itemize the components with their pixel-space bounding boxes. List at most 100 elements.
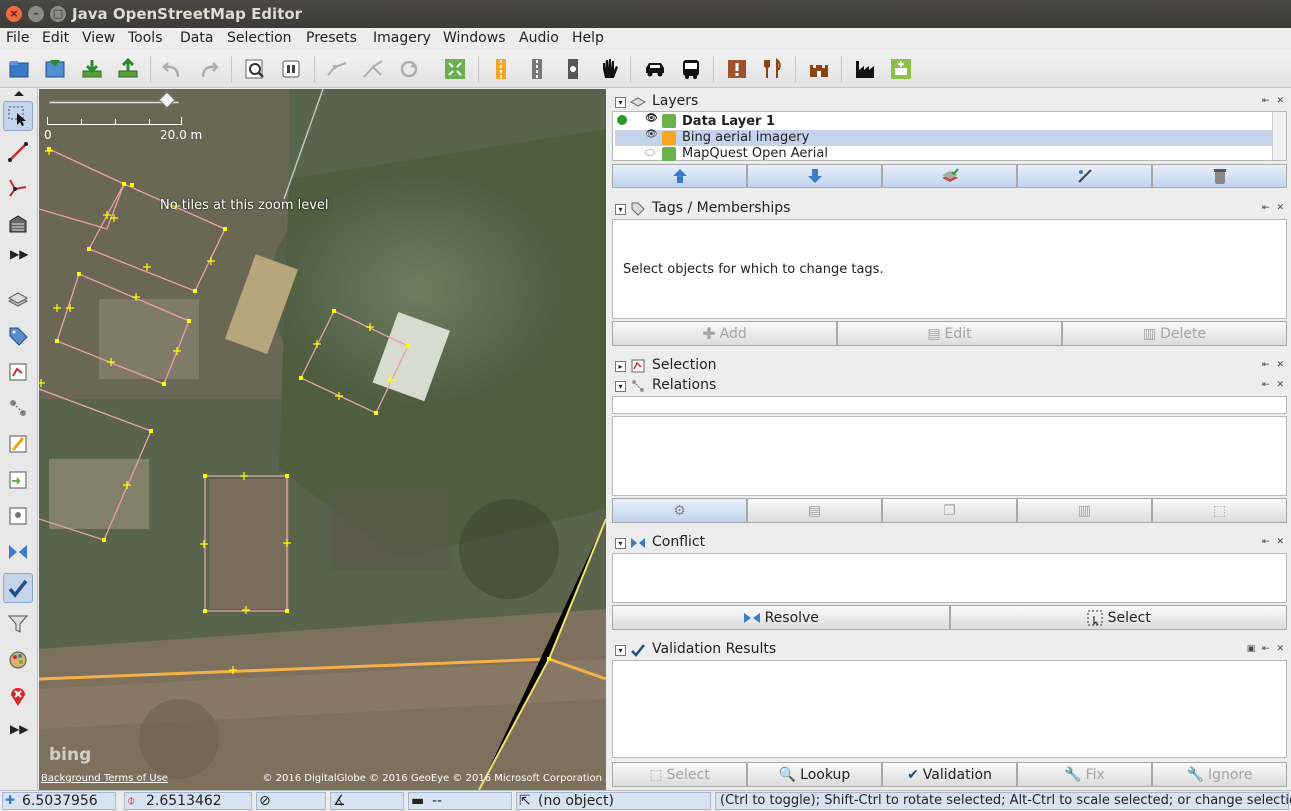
layer-row-bing[interactable]: 👁 Bing aerial imagery	[615, 129, 1273, 146]
delete-layer-button[interactable]	[1152, 164, 1287, 188]
lookup-button[interactable]: 🔍 Lookup	[747, 762, 882, 787]
visibility-icon[interactable]: 👁	[645, 113, 658, 124]
relations-toggle-icon[interactable]	[3, 393, 33, 423]
panel-controls-icon[interactable]: ⇤ ✕	[1262, 380, 1286, 390]
upload-icon[interactable]	[112, 53, 144, 85]
author-toggle-icon[interactable]	[3, 501, 33, 531]
preset-road-icon[interactable]	[485, 53, 517, 85]
save-icon[interactable]	[39, 53, 71, 85]
collapse-icon[interactable]: ▾	[615, 381, 626, 392]
expand-icon[interactable]: ▸	[615, 361, 626, 372]
edit-tag-button[interactable]: ▤ Edit	[837, 321, 1062, 346]
preset-hand-icon[interactable]	[593, 53, 625, 85]
preset-car-icon[interactable]	[639, 53, 671, 85]
preset-barrier-icon[interactable]	[557, 53, 589, 85]
collapse-icon[interactable]: ▾	[615, 204, 626, 215]
validation-select-button[interactable]: ⬚ Select	[612, 762, 747, 787]
edit-toggle-icon[interactable]	[3, 429, 33, 459]
duplicate-relation-button[interactable]: ❐	[882, 498, 1017, 523]
map-view[interactable]: 0 20.0 m No tiles at this zoom level bin…	[39, 89, 606, 790]
panel-controls-icon[interactable]: ▣ ⇤ ✕	[1247, 644, 1286, 654]
preset-bus-icon[interactable]	[675, 53, 707, 85]
panel-controls-icon[interactable]: ⇤ ✕	[1262, 537, 1286, 547]
combine-way-icon[interactable]	[357, 53, 389, 85]
menu-selection[interactable]: Selection	[227, 30, 292, 46]
panel-controls-icon[interactable]: ⇤ ✕	[1262, 360, 1286, 370]
ignore-button[interactable]: 🔧 Ignore	[1152, 762, 1287, 787]
collapse-icon[interactable]: ▾	[615, 538, 626, 549]
selection-panel-header[interactable]: ▸ Selection ⇤ ✕	[610, 355, 1290, 375]
new-relation-button[interactable]: ⚙	[612, 498, 747, 523]
tags-panel-header[interactable]: ▾ Tags / Memberships ⇤ ✕	[610, 198, 1290, 218]
history-toggle-icon[interactable]	[3, 465, 33, 495]
layers-panel-header[interactable]: ▾ Layers ⇤ ✕	[610, 91, 1290, 111]
download-icon[interactable]	[76, 53, 108, 85]
preferences-icon[interactable]	[275, 53, 307, 85]
resolve-button[interactable]: Resolve	[612, 605, 950, 630]
move-up-button[interactable]	[612, 164, 747, 188]
select-relation-button[interactable]: ⬚	[1152, 498, 1287, 523]
menu-imagery[interactable]: Imagery	[373, 30, 431, 46]
preset-food-icon[interactable]	[757, 53, 789, 85]
menu-help[interactable]: Help	[572, 30, 604, 46]
search-icon[interactable]	[239, 53, 271, 85]
menu-view[interactable]: View	[82, 30, 115, 46]
adjust-opacity-button[interactable]	[1017, 164, 1152, 188]
relations-panel-header[interactable]: ▾ Relations ⇤ ✕	[610, 375, 1290, 395]
close-window-button[interactable]: ×	[6, 6, 22, 22]
add-tag-button[interactable]: ✚ Add	[612, 321, 837, 346]
layer-row-mapquest[interactable]: MapQuest Open Aerial	[615, 146, 1273, 162]
undo-icon[interactable]	[156, 53, 188, 85]
terms-of-use-link[interactable]: Background Terms of Use	[41, 773, 168, 784]
hidden-visibility-icon[interactable]	[645, 149, 655, 156]
menu-audio[interactable]: Audio	[519, 30, 559, 46]
panel-controls-icon[interactable]: ⇤ ✕	[1262, 96, 1286, 106]
redo-icon[interactable]	[193, 53, 225, 85]
preset-highway-icon[interactable]	[521, 53, 553, 85]
relations-filter-input[interactable]	[612, 396, 1287, 414]
visibility-icon[interactable]: 👁	[645, 129, 658, 140]
scroll-up-icon[interactable]	[14, 91, 24, 96]
selection-toggle-icon[interactable]	[3, 357, 33, 387]
conflict-toggle-icon[interactable]	[3, 537, 33, 567]
preset-industrial-icon[interactable]	[849, 53, 881, 85]
collapse-icon[interactable]: ▾	[615, 97, 626, 108]
select-mode-icon[interactable]	[3, 101, 33, 131]
preset-emergency-icon[interactable]	[721, 53, 753, 85]
layers-toggle-icon[interactable]	[3, 285, 33, 315]
map-paint-toggle-icon[interactable]	[3, 645, 33, 675]
more-panels-icon[interactable]: ▶▶	[10, 722, 28, 736]
maximize-window-button[interactable]: □	[50, 6, 66, 22]
conflict-panel-header[interactable]: ▾ Conflict ⇤ ✕	[610, 532, 1290, 552]
layer-row-data[interactable]: 👁 Data Layer 1	[615, 113, 1273, 130]
improve-way-icon[interactable]	[3, 173, 33, 203]
conflict-select-button[interactable]: Select	[949, 605, 1287, 630]
menu-presets[interactable]: Presets	[306, 30, 357, 46]
zoom-to-data-icon[interactable]	[439, 53, 471, 85]
draw-mode-icon[interactable]	[3, 137, 33, 167]
menu-tools[interactable]: Tools	[128, 30, 163, 46]
split-way-icon[interactable]	[321, 53, 353, 85]
preset-facility-icon[interactable]	[885, 53, 917, 85]
open-file-icon[interactable]	[3, 53, 35, 85]
panel-controls-icon[interactable]: ⇤ ✕	[1262, 203, 1286, 213]
layers-scrollbar[interactable]	[1272, 112, 1286, 160]
activate-layer-button[interactable]	[882, 164, 1017, 188]
building-mode-icon[interactable]	[3, 209, 33, 239]
validation-panel-header[interactable]: ▾ Validation Results ▣ ⇤ ✕	[610, 639, 1290, 659]
menu-data[interactable]: Data	[180, 30, 213, 46]
validation-toggle-icon[interactable]	[3, 573, 33, 603]
delete-tag-button[interactable]: ▥ Delete	[1062, 321, 1287, 346]
minimize-window-button[interactable]: –	[28, 6, 44, 22]
tags-toggle-icon[interactable]	[3, 321, 33, 351]
menu-edit[interactable]: Edit	[42, 30, 69, 46]
reverse-way-icon[interactable]	[393, 53, 425, 85]
notes-toggle-icon[interactable]	[3, 681, 33, 711]
menu-file[interactable]: File	[6, 30, 29, 46]
edit-relation-button[interactable]: ▤	[747, 498, 882, 523]
delete-relation-button[interactable]: ▥	[1017, 498, 1152, 523]
validation-button[interactable]: ✔ Validation	[882, 762, 1017, 787]
menu-windows[interactable]: Windows	[443, 30, 506, 46]
collapse-icon[interactable]: ▾	[615, 645, 626, 656]
move-down-button[interactable]	[747, 164, 882, 188]
